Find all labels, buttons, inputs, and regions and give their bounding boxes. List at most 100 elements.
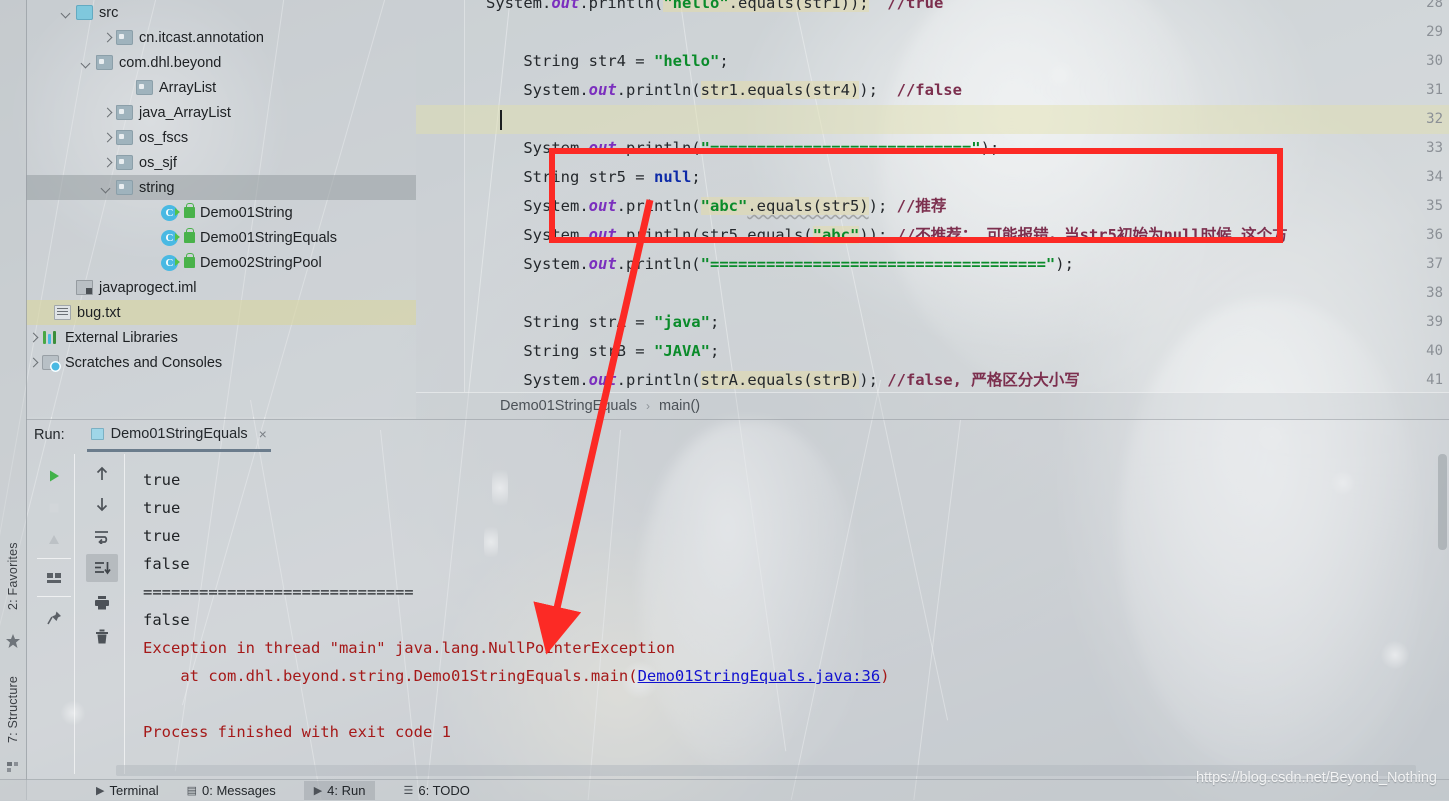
tree-item-label: External Libraries (65, 329, 178, 346)
tree-item-javaprogect-iml[interactable]: javaprogect.iml (26, 275, 416, 300)
todo-icon: ☰ (403, 785, 414, 797)
line-number: 41 (1426, 372, 1443, 388)
code-line[interactable]: String str4 = "hello"; (486, 47, 728, 76)
code-token: .equals(str1)); (728, 0, 869, 12)
text-file-icon (54, 305, 71, 320)
chevron-down-icon[interactable] (60, 6, 74, 20)
code-line[interactable]: String strA = "java"; (486, 308, 719, 337)
tree-item-demo02stringpool[interactable]: C Demo02StringPool (26, 250, 416, 275)
line-number: 31 (1426, 82, 1443, 98)
java-class-icon: C (161, 254, 180, 271)
layout-button[interactable] (38, 564, 70, 592)
run-tab-demo01stringequals[interactable]: Demo01StringEquals × (86, 419, 271, 452)
rerun-failed-button[interactable] (38, 526, 70, 554)
tree-item-src[interactable]: src (26, 0, 416, 25)
tree-item-demo01string[interactable]: C Demo01String (26, 200, 416, 225)
run-button[interactable] (38, 462, 70, 490)
package-folder-icon (116, 180, 133, 195)
tool-window-favorites[interactable]: 2: Favorites (0, 528, 26, 624)
breadcrumb-separator-icon: › (646, 399, 651, 413)
tree-item-label: Demo01String (200, 204, 293, 221)
code-token: System. (486, 255, 589, 273)
run-toolbar-left[interactable] (34, 454, 75, 774)
run-toolbar-right[interactable] (82, 454, 125, 774)
tree-item-string[interactable]: string (26, 175, 416, 200)
console-output[interactable]: true true true false =======================… (126, 452, 1449, 774)
tree-item-java-arraylist[interactable]: java_ArrayList (26, 100, 416, 125)
scroll-end-icon[interactable] (86, 554, 118, 582)
code-line[interactable]: System.out.println("====================… (486, 250, 1074, 279)
tree-item-external-libraries[interactable]: External Libraries (26, 325, 416, 350)
line-number: 34 (1426, 169, 1443, 185)
src-folder-icon (76, 5, 93, 20)
chevron-down-icon[interactable] (100, 181, 114, 195)
status-bar-item-6-todo[interactable]: ☰ 6: TODO (403, 783, 469, 798)
tree-item-scratches-and-consoles[interactable]: Scratches and Consoles (26, 350, 416, 375)
project-tool-window[interactable]: src cn.itcast.annotation com.dhl.beyond Arr… (26, 0, 416, 417)
wrap-icon[interactable] (86, 522, 118, 550)
console-line: false (143, 611, 190, 629)
code-line[interactable]: String strB = "JAVA"; (486, 337, 719, 366)
chevron-right-icon[interactable] (100, 156, 114, 170)
package-folder-icon (136, 80, 153, 95)
pin-icon[interactable] (38, 604, 70, 632)
tree-item-label: com.dhl.beyond (119, 54, 222, 71)
line-number: 30 (1426, 53, 1443, 69)
stacktrace-link[interactable]: Demo01StringEquals.java:36 (638, 667, 881, 685)
tree-item-cn-itcast-annotation[interactable]: cn.itcast.annotation (26, 25, 416, 50)
arrow-up-icon[interactable] (86, 460, 118, 488)
tree-item-label: string (139, 179, 175, 196)
trash-icon[interactable] (86, 622, 118, 650)
tree-item-os-sjf[interactable]: os_sjf (26, 150, 416, 175)
package-folder-icon (96, 55, 113, 70)
code-token: .println( (616, 81, 701, 99)
arrow-down-icon[interactable] (86, 490, 118, 518)
chevron-right-icon[interactable] (100, 31, 114, 45)
tree-item-com-dhl-beyond[interactable]: com.dhl.beyond (26, 50, 416, 75)
chevron-right-icon[interactable] (26, 331, 40, 345)
tree-item-label: src (99, 4, 119, 21)
editor-gutter[interactable] (416, 0, 465, 392)
line-number: 29 (1426, 24, 1443, 40)
code-line[interactable]: System.out.println(strA.equals(strB)); /… (486, 366, 1080, 392)
console-scrollbar[interactable] (1438, 454, 1447, 772)
tree-item-bug-txt[interactable]: bug.txt (26, 300, 416, 325)
code-token: out (551, 0, 580, 12)
print-icon[interactable] (86, 588, 118, 616)
run-icon: ▶ (313, 785, 323, 797)
code-line[interactable]: System.out.println("hello".equals(str1))… (486, 0, 943, 18)
line-number: 40 (1426, 343, 1443, 359)
line-number: 32 (1426, 111, 1443, 127)
breadcrumb[interactable]: Demo01StringEquals › main() (416, 392, 1449, 419)
status-bar-item-4-run[interactable]: ▶ 4: Run (303, 781, 376, 800)
watermark: https://blog.csdn.net/Beyond_Nothing (1195, 770, 1437, 786)
tree-item-label: os_sjf (139, 154, 177, 171)
chevron-right-icon[interactable] (100, 106, 114, 120)
tool-window-structure[interactable]: 7: Structure (0, 664, 26, 754)
status-bar-item-label: 0: Messages (202, 783, 276, 798)
tree-item-demo01stringequals[interactable]: C Demo01StringEquals (26, 225, 416, 250)
stop-button[interactable] (38, 494, 70, 522)
breadcrumb-method[interactable]: main() (659, 398, 700, 414)
code-token: "====================================" (700, 255, 1056, 273)
breadcrumb-class[interactable]: Demo01StringEquals (500, 398, 637, 414)
tree-item-arraylist[interactable]: ArrayList (26, 75, 416, 100)
tree-item-label: bug.txt (77, 304, 121, 321)
tool-window-favorites-label: 2: Favorites (6, 542, 20, 610)
chevron-down-icon[interactable] (80, 56, 94, 70)
tree-item-os-fscs[interactable]: os_fscs (26, 125, 416, 150)
code-line[interactable]: System.out.println(str1.equals(str4)); /… (486, 76, 962, 105)
status-bar-item-0-messages[interactable]: ▤ 0: Messages (187, 783, 276, 798)
chevron-right-icon[interactable] (100, 131, 114, 145)
structure-icon (4, 758, 22, 776)
left-tool-window-strip: 2: Favorites 7: Structure (0, 0, 27, 800)
tree-item-label: os_fscs (139, 129, 189, 146)
chevron-right-icon[interactable] (26, 356, 40, 370)
star-icon (4, 632, 22, 650)
status-bar-item-terminal[interactable]: ▶ Terminal (96, 783, 159, 798)
status-bar-item-label: 4: Run (327, 783, 366, 798)
close-icon[interactable]: × (259, 426, 267, 442)
tree-item-label: cn.itcast.annotation (139, 29, 264, 46)
run-tool-window[interactable]: Run: Demo01StringEquals × true true true… (26, 419, 1449, 780)
